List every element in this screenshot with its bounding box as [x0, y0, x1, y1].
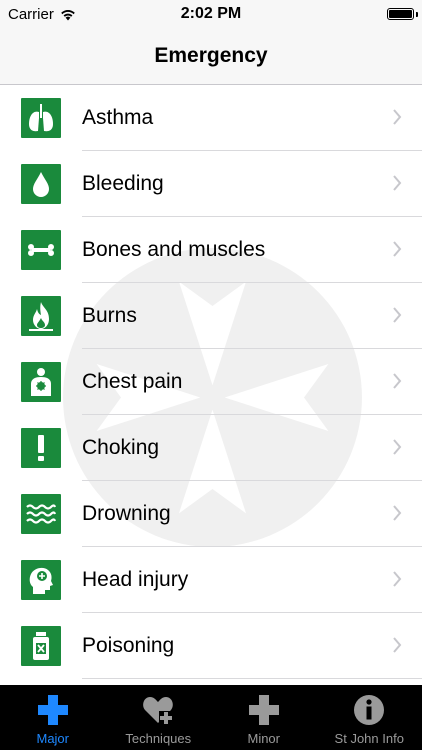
- tab-label: Techniques: [125, 731, 192, 746]
- lungs-icon: [21, 98, 61, 138]
- list-item-asthma[interactable]: Asthma: [0, 85, 422, 151]
- page-title: Emergency: [154, 44, 268, 67]
- tab-minor[interactable]: Minor: [211, 685, 317, 750]
- chevron-right-icon: [393, 637, 402, 653]
- tab-bar: Major Techniques Minor St John Info: [0, 685, 422, 750]
- navigation-bar: Emergency: [0, 30, 422, 85]
- chevron-right-icon: [393, 175, 402, 191]
- list-item-choking[interactable]: Choking: [0, 415, 422, 481]
- list-item-label: Asthma: [82, 106, 154, 129]
- blood-drop-icon: [21, 164, 61, 204]
- waves-icon: [21, 494, 61, 534]
- tab-label: Minor: [247, 731, 280, 746]
- head-injury-icon: [21, 560, 61, 600]
- bone-icon: [21, 230, 61, 270]
- list-item-label: Bleeding: [82, 172, 164, 195]
- list-item-head-injury[interactable]: Head injury: [0, 547, 422, 613]
- list-item-label: Chest pain: [82, 370, 183, 393]
- list-item-label: Drowning: [82, 502, 171, 525]
- battery-icon: [387, 8, 414, 20]
- list-item-label: Burns: [82, 304, 137, 327]
- list-item-label: Choking: [82, 436, 160, 459]
- chevron-right-icon: [393, 307, 402, 323]
- row-separator: [82, 678, 422, 679]
- list-item-bleeding[interactable]: Bleeding: [0, 151, 422, 217]
- tab-st-john-info[interactable]: St John Info: [317, 685, 422, 750]
- emergency-list: Asthma Bleeding Bones and muscles Burns …: [0, 85, 422, 685]
- chevron-right-icon: [393, 241, 402, 257]
- list-item-label: Head injury: [82, 568, 189, 591]
- cross-icon: [248, 695, 279, 725]
- status-bar: Carrier 2:02 PM: [0, 0, 422, 30]
- chest-pain-icon: [21, 362, 61, 402]
- tab-label: St John Info: [334, 731, 404, 746]
- app-screen: Carrier 2:02 PM Emergency Asthma Bleedin…: [0, 0, 422, 750]
- list-item-bones-and-muscles[interactable]: Bones and muscles: [0, 217, 422, 283]
- list-item-label: Poisoning: [82, 634, 175, 657]
- list-item-drowning[interactable]: Drowning: [0, 481, 422, 547]
- heart-plus-icon: [143, 697, 174, 725]
- chevron-right-icon: [393, 505, 402, 521]
- cross-icon: [37, 695, 68, 725]
- list-item-label: Bones and muscles: [82, 238, 266, 261]
- list-item-poisoning[interactable]: Poisoning: [0, 613, 422, 679]
- tab-label: Major: [36, 731, 69, 746]
- battery-fill: [389, 10, 412, 18]
- tab-techniques[interactable]: Techniques: [106, 685, 212, 750]
- chevron-right-icon: [393, 373, 402, 389]
- list-item-chest-pain[interactable]: Chest pain: [0, 349, 422, 415]
- list-item-burns[interactable]: Burns: [0, 283, 422, 349]
- tab-major[interactable]: Major: [0, 685, 106, 750]
- info-icon: [354, 695, 385, 725]
- exclamation-icon: [21, 428, 61, 468]
- chevron-right-icon: [393, 109, 402, 125]
- flame-icon: [21, 296, 61, 336]
- chevron-right-icon: [393, 571, 402, 587]
- chevron-right-icon: [393, 439, 402, 455]
- status-time: 2:02 PM: [180, 5, 242, 22]
- poison-bottle-icon: [21, 626, 61, 666]
- battery-tip: [416, 12, 418, 17]
